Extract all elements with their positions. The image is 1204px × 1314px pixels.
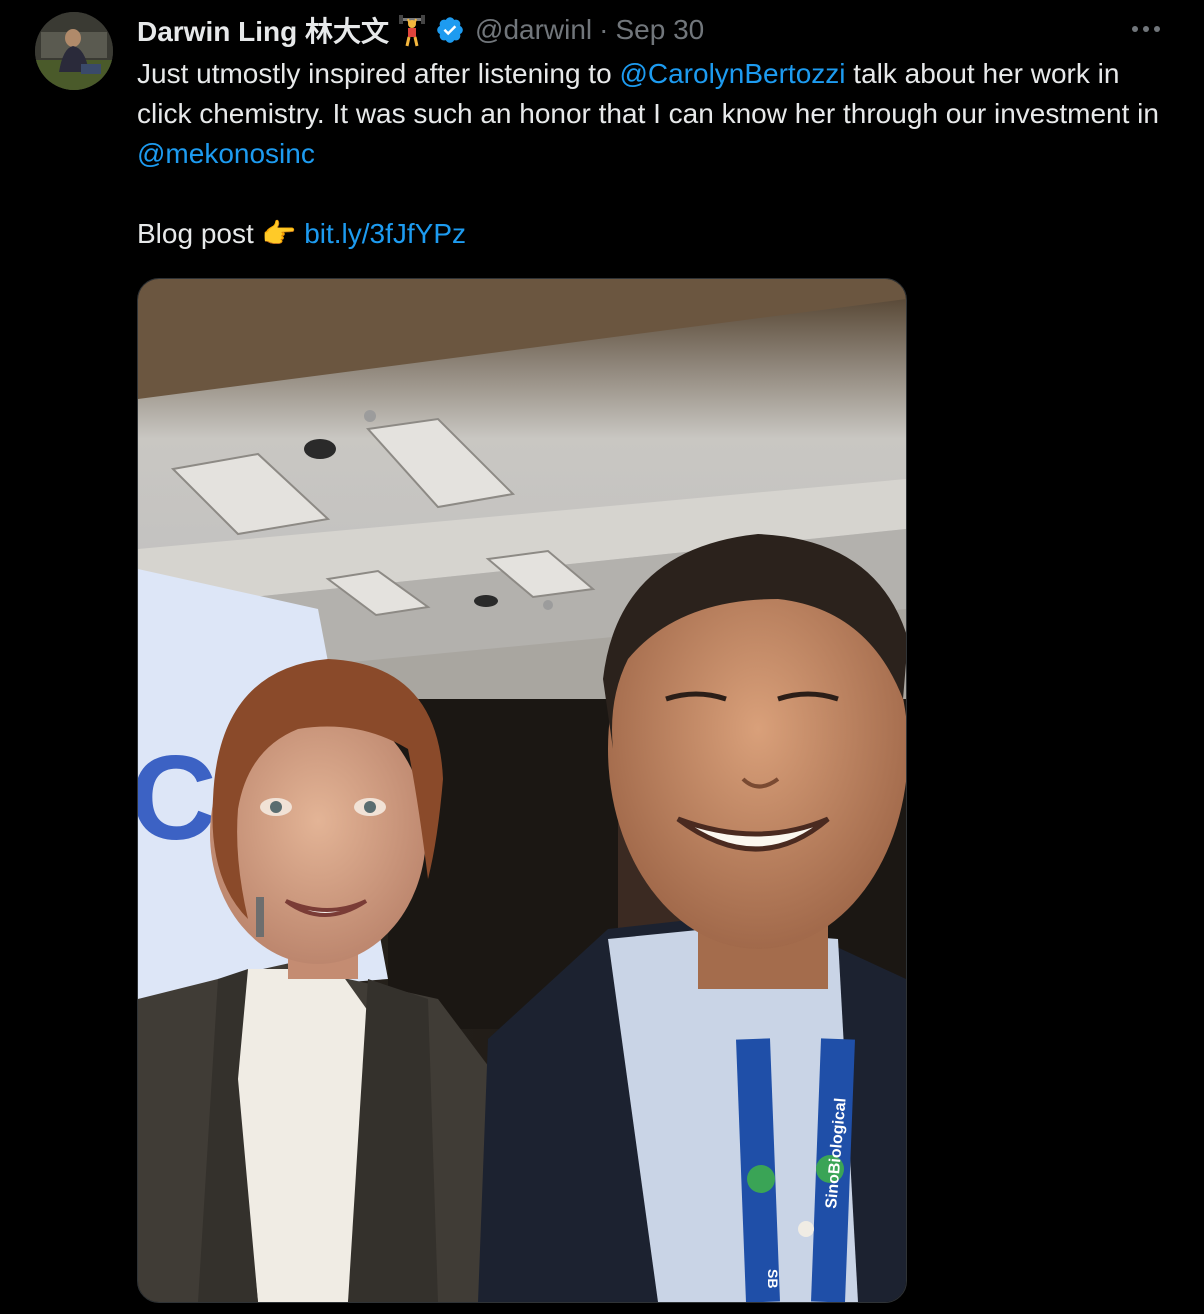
author-avatar[interactable] [35,12,113,90]
mention-mekonosinc-link[interactable]: @mekonosinc [137,138,315,169]
verified-badge-icon[interactable] [435,15,465,45]
tweet-photo[interactable]: C SinoBiological SB [137,278,907,1303]
more-options-icon[interactable] [1126,14,1166,44]
tweet: Darwin Ling 林大文 @darwinl · Sep 30 Just u… [0,0,1204,1314]
separator-dot: · [599,14,609,45]
blog-post-label: Blog post [137,218,262,249]
weightlifter-emoji-icon [399,13,426,47]
blog-post-link[interactable]: bit.ly/3fJfYPz [304,218,466,249]
tweet-text-part1: Just utmostly inspired after listening t… [137,58,620,89]
tweet-date[interactable]: Sep 30 [615,14,704,46]
author-handle[interactable]: @darwinl [475,14,592,46]
pointing-right-emoji-icon: 👉 [261,218,297,249]
mention-carolynbertozzi-link[interactable]: @CarolynBertozzi [619,58,845,89]
lanyard-badge: SB [765,1269,781,1288]
screen-text: C [138,731,217,865]
author-name[interactable]: Darwin Ling 林大文 [137,10,389,50]
tweet-text: Just utmostly inspired after listening t… [137,54,1177,254]
tweet-header: Darwin Ling 林大文 @darwinl · Sep 30 [137,10,704,50]
